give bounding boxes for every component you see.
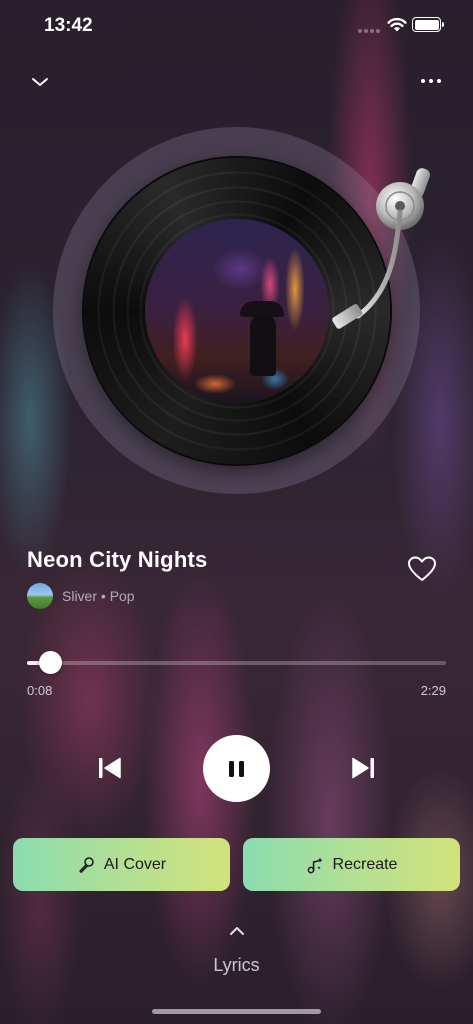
music-sparkle-icon xyxy=(307,857,323,873)
recreate-label: Recreate xyxy=(332,855,398,873)
signal-icon xyxy=(358,29,380,33)
walking-figure xyxy=(250,314,276,376)
more-horizontal-icon[interactable] xyxy=(421,79,441,83)
home-indicator[interactable] xyxy=(152,1009,321,1014)
status-time: 13:42 xyxy=(44,15,93,36)
chevron-up-icon[interactable] xyxy=(229,925,245,937)
duration: 2:29 xyxy=(420,683,446,698)
wifi-icon xyxy=(387,17,407,32)
recreate-button[interactable]: Recreate xyxy=(243,838,460,891)
artist-genre[interactable]: Sliver • Pop xyxy=(62,588,135,604)
microphone-icon xyxy=(79,856,94,873)
skip-next-icon[interactable] xyxy=(350,756,376,780)
battery-icon xyxy=(412,17,444,32)
progress-track[interactable] xyxy=(27,661,446,665)
artist-avatar[interactable] xyxy=(27,583,53,609)
song-title: Neon City Nights xyxy=(27,547,208,572)
current-time: 0:08 xyxy=(27,683,53,698)
heart-icon[interactable] xyxy=(407,555,437,583)
pause-icon xyxy=(229,760,234,777)
lyrics-toggle[interactable]: Lyrics xyxy=(0,955,473,976)
progress-thumb[interactable] xyxy=(38,651,62,674)
pause-button[interactable] xyxy=(203,735,270,802)
album-cover xyxy=(145,219,329,403)
ai-cover-button[interactable]: AI Cover xyxy=(13,838,230,891)
chevron-down-icon[interactable] xyxy=(30,72,50,92)
ai-cover-label: AI Cover xyxy=(103,855,167,873)
skip-previous-icon[interactable] xyxy=(97,756,123,780)
tonearm xyxy=(332,168,431,329)
